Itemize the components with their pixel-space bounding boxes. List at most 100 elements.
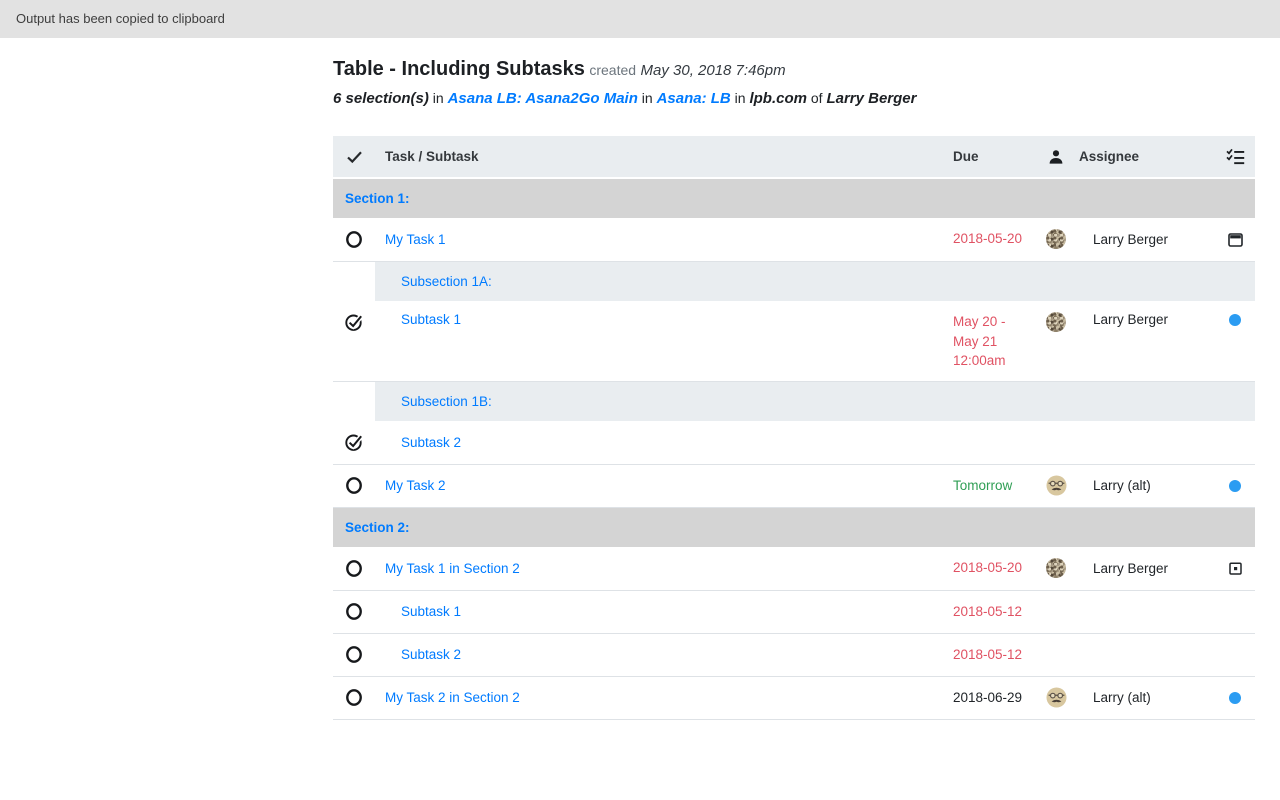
project-link[interactable]: Asana LB: Asana2Go Main [448,90,638,107]
square-dot-icon [1229,561,1242,576]
completion-status-cell [333,421,375,464]
subsection-label: Subsection 1A: [375,261,1255,301]
marker-cell [1215,633,1255,676]
marker-cell [1215,590,1255,633]
avatar-cell [1033,464,1079,507]
table-header-row: Task / Subtask Due Assignee [333,136,1255,178]
circle-open-icon [345,559,363,578]
task-link[interactable]: My Task 1 [385,232,446,247]
marker-cell [1215,421,1255,464]
workspace-name: lpb.com [749,90,807,107]
assignee-cell: Larry Berger [1079,218,1215,261]
completion-status-cell [333,676,375,719]
due-cell: 2018-05-20 [933,547,1033,590]
completion-status-cell [333,218,375,261]
assignee-cell: Larry Berger [1079,547,1215,590]
avatar [1046,687,1067,708]
subtask-row: Subtask 2 [333,421,1255,464]
task-link[interactable]: My Task 1 in Section 2 [385,561,520,576]
task-row: My Task 2 in Section 2 2018-06-29 Larry (a… [333,676,1255,719]
avatar-cell [1033,676,1079,719]
due-cell: May 20 - May 21 12:00am [933,301,1033,381]
page-title: Table - Including Subtasks [333,58,585,80]
circle-open-icon [345,476,363,495]
assignee-cell: Larry (alt) [1079,464,1215,507]
circle-check-icon [344,312,365,332]
report-subtitle: 6 selection(s) in Asana LB: Asana2Go Mai… [333,88,1255,109]
task-name-cell: Subtask 2 [375,421,933,464]
subsection-spacer [333,261,375,301]
avatar [1046,475,1067,496]
task-name-cell: My Task 1 [375,218,933,261]
report-content: Table - Including Subtasks created May 3… [333,38,1255,720]
task-link[interactable]: Subtask 2 [401,435,461,450]
column-header-due: Due [933,136,1033,178]
due-cell: 2018-06-29 [933,676,1033,719]
column-header-task: Task / Subtask [375,136,933,178]
subtask-row: Subtask 2 2018-05-12 [333,633,1255,676]
completion-status-cell [333,590,375,633]
avatar [1046,312,1066,332]
task-name-cell: Subtask 1 [375,590,933,633]
avatar-cell [1033,590,1079,633]
task-link[interactable]: My Task 2 in Section 2 [385,690,520,705]
subsection-row: Subsection 1A: [333,261,1255,301]
task-name-cell: My Task 2 [375,464,933,507]
status-dot-icon [1229,480,1241,492]
assignee-cell [1079,421,1215,464]
subtask-row: Subtask 1 2018-05-12 [333,590,1255,633]
task-row: My Task 2 Tomorrow Larry (alt) [333,464,1255,507]
subsection-label: Subsection 1B: [375,381,1255,421]
task-name-cell: Subtask 2 [375,633,933,676]
section-row: Section 2: [333,507,1255,547]
team-link[interactable]: Asana: LB [657,90,731,107]
task-link[interactable]: Subtask 2 [401,647,461,662]
subsection-row: Subsection 1B: [333,381,1255,421]
marker-cell [1215,218,1255,261]
subsection-spacer [333,381,375,421]
task-row: My Task 1 in Section 2 2018-05-20 Larry Be… [333,547,1255,590]
completion-status-cell [333,464,375,507]
checklist-icon [1215,136,1255,178]
subtitle-word: in [735,90,746,106]
avatar-cell [1033,633,1079,676]
marker-cell [1215,547,1255,590]
report-header: Table - Including Subtasks created May 3… [333,56,1255,84]
created-date: May 30, 2018 7:46pm [641,62,786,79]
marker-cell [1215,676,1255,719]
notification-text: Output has been copied to clipboard [16,11,225,26]
subtitle-word: of [811,90,823,106]
task-name-cell: My Task 2 in Section 2 [375,676,933,719]
status-dot-icon [1229,692,1241,704]
task-link[interactable]: Subtask 1 [401,312,461,327]
due-cell: Tomorrow [933,464,1033,507]
task-name-cell: Subtask 1 [375,301,933,381]
circle-open-icon [345,645,363,664]
avatar-cell [1033,547,1079,590]
created-label: created [589,62,636,78]
due-cell: 2018-05-12 [933,590,1033,633]
assignee-cell: Larry Berger [1079,301,1215,381]
person-icon [1033,136,1079,178]
task-link[interactable]: Subtask 1 [401,604,461,619]
notification-bar: Output has been copied to clipboard [0,0,1280,38]
due-cell: 2018-05-12 [933,633,1033,676]
completion-status-cell [333,301,375,381]
assignee-cell: Larry (alt) [1079,676,1215,719]
task-row: My Task 1 2018-05-20 Larry Berger [333,218,1255,261]
subtask-row: Subtask 1 May 20 - May 21 12:00am Larry Be… [333,301,1255,381]
selection-count: 6 selection(s) [333,90,429,107]
section-label: Section 2: [333,507,1255,547]
circle-check-icon [344,432,365,452]
tasks-table: Task / Subtask Due Assignee Sectio [333,136,1255,720]
avatar-cell [1033,421,1079,464]
completion-status-cell [333,547,375,590]
avatar-cell [1033,218,1079,261]
column-header-assignee: Assignee [1079,136,1215,178]
task-link[interactable]: My Task 2 [385,478,446,493]
avatar-cell [1033,301,1079,381]
due-cell: 2018-05-20 [933,218,1033,261]
subtitle-word: in [433,90,444,106]
avatar [1046,229,1066,249]
calendar-icon [1228,232,1243,247]
